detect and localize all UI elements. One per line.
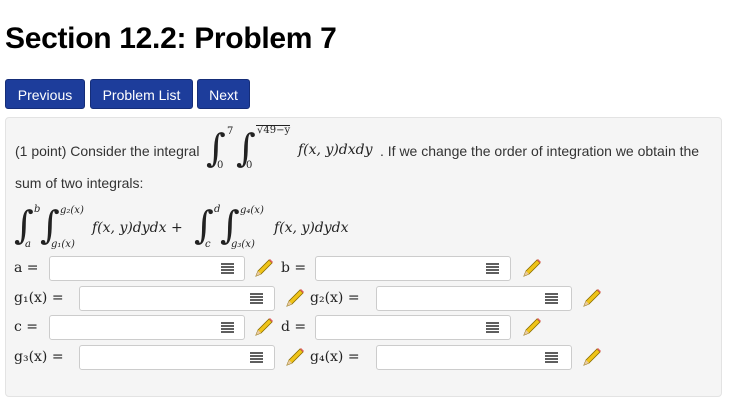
answer-label-g3: g₃(x) =: [14, 349, 64, 365]
outer-upper-limit: 7: [227, 126, 234, 137]
problem-text-line2: sum of two integrals:: [15, 175, 144, 191]
problem-intro-text: (1 point) Consider the integral: [15, 143, 200, 159]
answer-label-g1: g₁(x) =: [14, 290, 64, 306]
matrix-grid-icon[interactable]: [250, 352, 263, 363]
sum-second-inner-lower: g₃(x): [231, 239, 255, 250]
pencil-icon[interactable]: [253, 316, 275, 338]
sum-first-inner-lower: g₁(x): [51, 239, 75, 250]
problem-list-button[interactable]: Problem List: [90, 79, 193, 109]
answer-label-c: c =: [14, 319, 39, 335]
matrix-grid-icon[interactable]: [250, 293, 263, 304]
pencil-icon[interactable]: [581, 346, 603, 368]
sum-first-integrand: f(x, y)dydx +: [92, 220, 183, 236]
matrix-grid-icon[interactable]: [486, 322, 499, 333]
inner-lower-limit: 0: [246, 160, 253, 171]
answer-input-d[interactable]: [315, 315, 511, 340]
pencil-icon[interactable]: [521, 257, 543, 279]
sum-second-lower: c: [205, 239, 211, 250]
answer-input-g2[interactable]: [376, 286, 572, 311]
matrix-grid-icon[interactable]: [545, 293, 558, 304]
previous-button[interactable]: Previous: [5, 79, 85, 109]
answer-input-c[interactable]: [49, 315, 245, 340]
answer-label-d: d =: [281, 319, 307, 335]
sum-second-integrand: f(x, y)dydx: [274, 220, 349, 236]
sum-second-inner-upper: g₄(x): [240, 205, 264, 216]
answer-input-a[interactable]: [49, 256, 245, 281]
problem-text-continued: . If we change the order of integration …: [380, 143, 700, 159]
answer-input-g1[interactable]: [79, 286, 275, 311]
matrix-grid-icon[interactable]: [221, 322, 234, 333]
page-title: Section 12.2: Problem 7: [5, 22, 337, 55]
matrix-grid-icon[interactable]: [221, 263, 234, 274]
pencil-icon[interactable]: [581, 287, 603, 309]
answer-input-b[interactable]: [315, 256, 511, 281]
answer-label-b: b =: [281, 260, 307, 276]
pencil-icon[interactable]: [521, 316, 543, 338]
pencil-icon[interactable]: [253, 257, 275, 279]
answer-label-g4: g₄(x) =: [310, 349, 360, 365]
pencil-icon[interactable]: [284, 346, 306, 368]
sum-first-inner-upper: g₂(x): [60, 205, 84, 216]
pencil-icon[interactable]: [284, 287, 306, 309]
answer-input-g3[interactable]: [79, 345, 275, 370]
answer-label-g2: g₂(x) =: [310, 290, 360, 306]
answer-label-a: a =: [14, 260, 39, 276]
sum-first-lower: a: [25, 239, 31, 250]
integrand: f(x, y)dxdy: [298, 142, 373, 158]
answer-input-g4[interactable]: [376, 345, 572, 370]
next-button[interactable]: Next: [197, 79, 250, 109]
matrix-grid-icon[interactable]: [486, 263, 499, 274]
inner-upper-limit: √49−y: [256, 125, 291, 136]
outer-lower-limit: 0: [217, 160, 224, 171]
matrix-grid-icon[interactable]: [545, 352, 558, 363]
